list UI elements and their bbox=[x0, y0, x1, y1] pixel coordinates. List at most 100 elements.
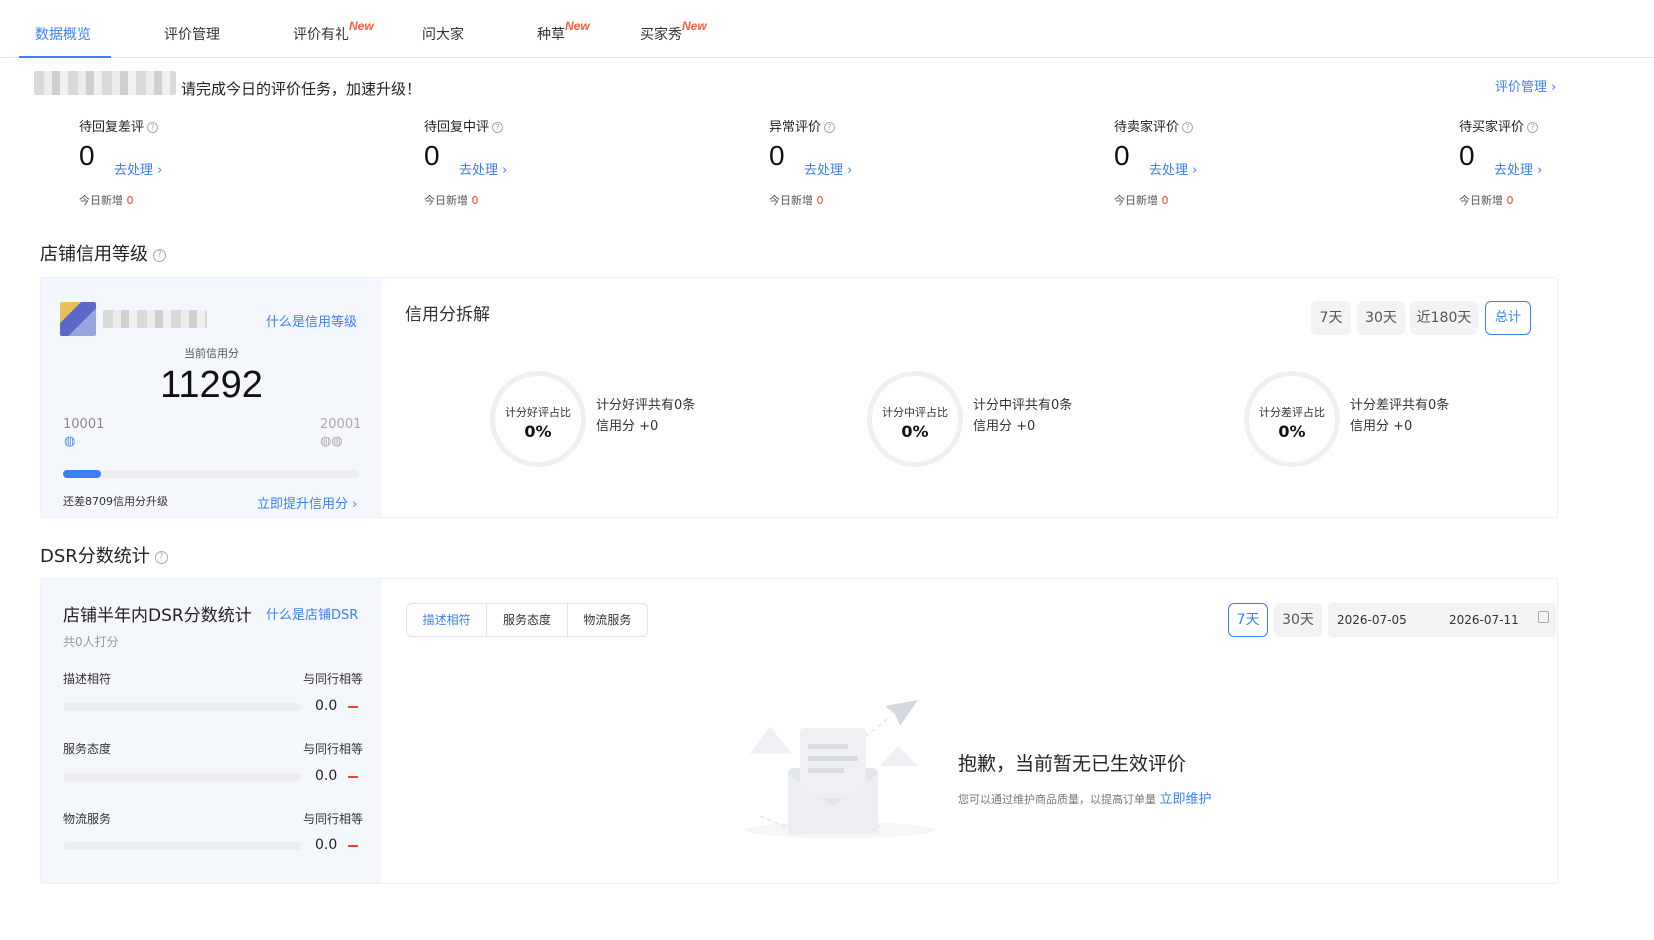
dsr-period-7d-button[interactable]: 7天 bbox=[1228, 603, 1268, 637]
tab-recommend[interactable]: 种草 New bbox=[537, 19, 590, 58]
dsr-bar-track bbox=[63, 773, 301, 781]
new-badge: New bbox=[565, 19, 590, 33]
positive-ratio-text: 计分好评共有0条 信用分 +0 bbox=[596, 398, 696, 434]
help-icon[interactable]: ? bbox=[153, 248, 166, 262]
maintain-now-link[interactable]: 立即维护 bbox=[1160, 792, 1212, 807]
dsr-period-30d-button[interactable]: 30天 bbox=[1274, 603, 1322, 637]
top-tab-bar: 数据概览 评价管理 评价有礼 New 问大家 种草 New 买家秀 New bbox=[0, 0, 1654, 58]
dsr-row-label: 描述相符 bbox=[63, 672, 112, 686]
new-badge: New bbox=[349, 19, 374, 33]
minus-icon bbox=[348, 706, 358, 708]
stat-value: 0 bbox=[769, 140, 785, 171]
dsr-row-value: 0.0 bbox=[315, 768, 338, 784]
review-management-link[interactable]: 评价管理 › bbox=[1495, 76, 1556, 95]
subtab-description[interactable]: 描述相符 bbox=[407, 604, 488, 636]
stat-pending-negative: 待回复差评? 0 去处理 › 今日新增 0 bbox=[79, 116, 279, 207]
date-end[interactable]: 2026-07-11 bbox=[1449, 613, 1519, 627]
credit-score: 11292 bbox=[160, 364, 263, 406]
stat-today: 今日新增 0 bbox=[1114, 194, 1169, 207]
stat-pending-seller: 待卖家评价? 0 去处理 › 今日新增 0 bbox=[1114, 116, 1314, 207]
help-icon[interactable]: ? bbox=[154, 550, 168, 564]
period-total-button[interactable]: 总计 bbox=[1485, 301, 1531, 335]
help-icon[interactable]: ? bbox=[147, 122, 159, 133]
dsr-row-value: 0.0 bbox=[315, 698, 338, 714]
tab-data-overview[interactable]: 数据概览 bbox=[35, 24, 91, 58]
stat-pending-buyer: 待买家评价? 0 去处理 › 今日新增 0 bbox=[1459, 116, 1619, 207]
subtab-service[interactable]: 服务态度 bbox=[487, 604, 568, 636]
credit-panel: 什么是信用等级 当前信用分 11292 10001 20001 ◍ ◍◍ 还差8… bbox=[40, 277, 1558, 518]
stat-action-link[interactable]: 去处理 › bbox=[459, 159, 507, 178]
stat-action-link[interactable]: 去处理 › bbox=[114, 159, 162, 178]
help-icon[interactable]: ? bbox=[1182, 122, 1194, 133]
date-start[interactable]: 2026-07-05 bbox=[1337, 613, 1407, 627]
negative-ratio-ring: 计分差评占比 0% bbox=[1244, 371, 1340, 467]
remaining-text: 还差8709信用分升级 bbox=[63, 495, 168, 508]
diamond-icon: ◍ bbox=[64, 434, 76, 449]
help-icon[interactable]: ? bbox=[492, 122, 504, 133]
minus-icon bbox=[348, 776, 358, 778]
empty-description: 您可以通过维护商品质量，以提高订单量 立即维护 bbox=[958, 792, 1212, 807]
what-is-dsr-link[interactable]: 什么是店铺DSR bbox=[266, 604, 358, 623]
new-badge: New bbox=[682, 19, 707, 33]
dsr-row-value: 0.0 bbox=[315, 837, 338, 853]
dsr-row-label: 服务态度 bbox=[63, 742, 112, 756]
stat-action-link[interactable]: 去处理 › bbox=[1149, 159, 1197, 178]
dsr-bar-track bbox=[63, 842, 301, 850]
active-tab-indicator bbox=[19, 56, 111, 58]
improve-credit-link[interactable]: 立即提升信用分 › bbox=[257, 493, 357, 512]
subtab-logistics[interactable]: 物流服务 bbox=[568, 604, 647, 636]
what-is-credit-link[interactable]: 什么是信用等级 bbox=[266, 311, 357, 330]
dsr-section-title: DSR分数统计? bbox=[40, 542, 168, 568]
page: 数据概览 评价管理 评价有礼 New 问大家 种草 New 买家秀 New 请完成今日… bbox=[0, 0, 1654, 940]
blurred-shop-title bbox=[103, 310, 207, 328]
dsr-panel-title: 店铺半年内DSR分数统计 bbox=[63, 606, 252, 626]
stat-title: 异常评价 bbox=[769, 120, 822, 135]
period-7d-button[interactable]: 7天 bbox=[1311, 301, 1351, 335]
calendar-icon[interactable] bbox=[1538, 611, 1549, 623]
shop-avatar bbox=[60, 302, 96, 336]
help-icon[interactable]: ? bbox=[1527, 122, 1539, 133]
stat-today: 今日新增 0 bbox=[769, 194, 824, 207]
blurred-shop-name bbox=[34, 71, 176, 95]
stat-value: 0 bbox=[79, 140, 95, 171]
stat-pending-neutral: 待回复中评? 0 去处理 › 今日新增 0 bbox=[424, 116, 624, 207]
tab-review-management[interactable]: 评价管理 bbox=[164, 24, 220, 58]
tab-review-gifts[interactable]: 评价有礼 New bbox=[293, 19, 374, 58]
credit-section-title: 店铺信用等级? bbox=[40, 240, 166, 266]
tab-buyer-show[interactable]: 买家秀 New bbox=[640, 19, 707, 58]
help-icon[interactable]: ? bbox=[824, 122, 836, 133]
raters-count: 共0人打分 bbox=[63, 635, 119, 649]
period-30d-button[interactable]: 30天 bbox=[1357, 301, 1405, 335]
stat-value: 0 bbox=[1114, 140, 1130, 171]
stat-today: 今日新增 0 bbox=[1459, 194, 1514, 207]
minus-icon bbox=[348, 845, 358, 847]
diamond-icon: ◍◍ bbox=[320, 434, 343, 449]
negative-ratio-text: 计分差评共有0条 信用分 +0 bbox=[1350, 398, 1450, 434]
credit-progress-track bbox=[63, 470, 359, 478]
empty-envelope-icon bbox=[745, 700, 935, 838]
level-max-label: 20001 bbox=[320, 417, 362, 432]
dsr-row-label: 物流服务 bbox=[63, 812, 112, 826]
credit-progress-fill bbox=[63, 470, 102, 478]
level-min-label: 10001 bbox=[63, 417, 105, 432]
tab-ask-everyone[interactable]: 问大家 bbox=[422, 24, 464, 58]
positive-ratio-ring: 计分好评占比 0% bbox=[490, 371, 586, 467]
stat-value: 0 bbox=[1459, 140, 1475, 171]
dsr-row-compare: 与同行相等 bbox=[303, 812, 364, 826]
stat-today: 今日新增 0 bbox=[79, 194, 134, 207]
dsr-subtabs: 描述相符 服务态度 物流服务 bbox=[406, 603, 648, 637]
period-180d-button[interactable]: 近180天 bbox=[1410, 301, 1478, 335]
stat-title: 待回复差评 bbox=[79, 120, 145, 135]
current-score-label: 当前信用分 bbox=[184, 347, 239, 360]
notice-text: 请完成今日的评价任务，加速升级！ bbox=[181, 80, 422, 98]
dsr-summary: 店铺半年内DSR分数统计 什么是店铺DSR 共0人打分 描述相符 与同行相等 0… bbox=[41, 579, 382, 883]
stat-title: 待买家评价 bbox=[1459, 120, 1525, 135]
stat-value: 0 bbox=[424, 140, 440, 171]
dsr-bar-track bbox=[63, 703, 301, 711]
stat-action-link[interactable]: 去处理 › bbox=[804, 159, 852, 178]
date-range-picker[interactable]: 2026-07-05 2026-07-11 bbox=[1328, 603, 1556, 637]
dsr-row-compare: 与同行相等 bbox=[303, 742, 364, 756]
stat-action-link[interactable]: 去处理 › bbox=[1494, 159, 1542, 178]
stat-title: 待卖家评价 bbox=[1114, 120, 1180, 135]
neutral-ratio-text: 计分中评共有0条 信用分 +0 bbox=[973, 398, 1073, 434]
